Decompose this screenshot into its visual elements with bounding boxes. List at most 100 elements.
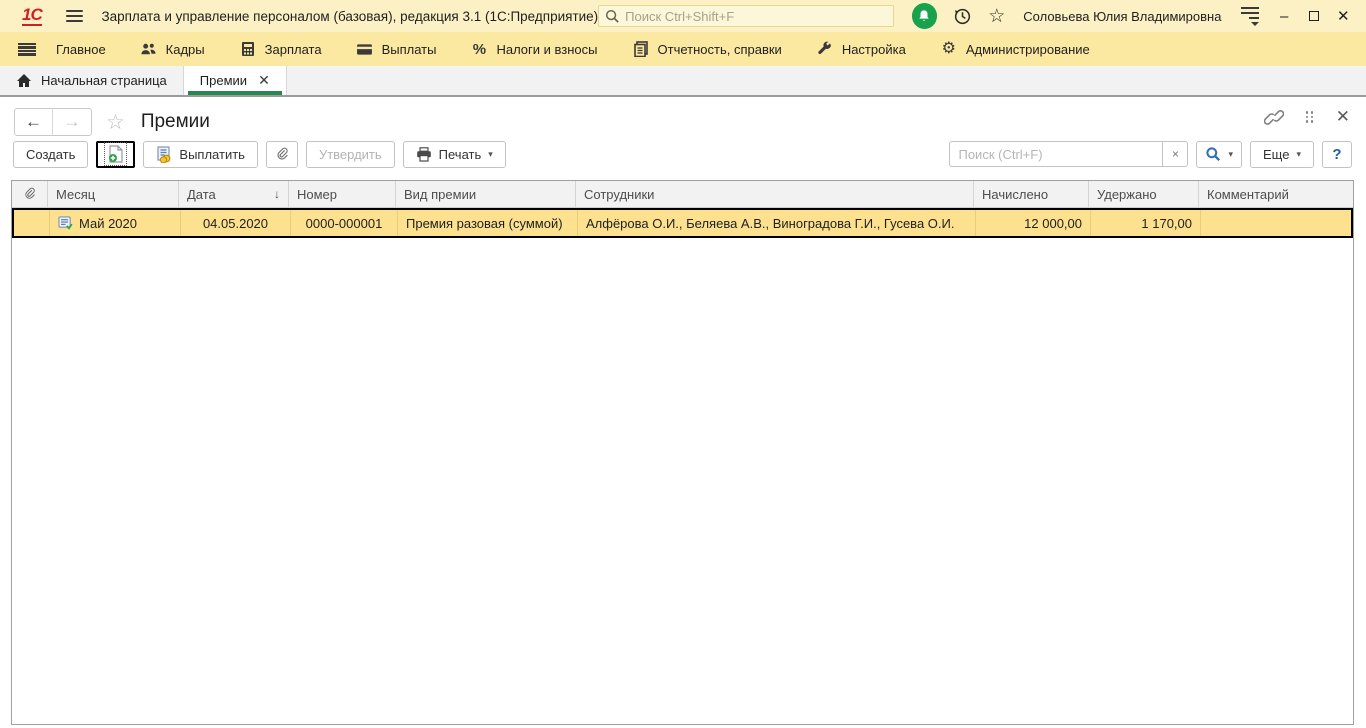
restore-button[interactable] [1299,3,1329,29]
row-employees-cell[interactable]: Алфёрова О.И., Беляева А.В., Виноградова… [578,210,976,236]
close-form-icon[interactable]: ✕ [1336,107,1350,127]
row-number-cell[interactable]: 0000-000001 [291,210,398,236]
approve-button[interactable]: Утвердить [305,140,395,168]
printer-icon [416,146,431,162]
header-withheld[interactable]: Удержано [1089,181,1199,207]
payment-card-icon [356,41,374,57]
tab-home[interactable]: Начальная страница [0,66,184,95]
row-attachment-cell[interactable] [14,210,50,236]
add-to-favorites-star-icon[interactable]: ☆ [106,110,125,135]
dropdown-caret-icon: ▾ [488,148,493,159]
section-label: Зарплата [264,41,322,57]
pay-button[interactable]: Выплатить [143,140,258,168]
print-button-label: Печать [438,146,482,162]
advanced-search-button[interactable]: ▾ [1196,140,1243,168]
report-icon [632,41,650,57]
window-titlebar: 1С Зарплата и управление персоналом (баз… [0,0,1366,32]
more-actions-icon[interactable] [1305,111,1314,123]
header-label: Дата [187,186,216,202]
wrench-icon [816,41,834,57]
functions-menu-icon[interactable] [18,42,36,56]
app-title: Зарплата и управление персоналом (базова… [101,8,599,24]
tab-premii[interactable]: Премии ✕ [183,66,287,95]
service-menu-icon[interactable] [1241,6,1260,26]
premii-list-form: ← → ☆ Премии ✕ Создать Выплатить Утверди… [0,97,1366,728]
section-vyplaty[interactable]: Выплаты [356,41,436,57]
sections-menubar: Главное Кадры Зарплата Выплаты % Налоги … [0,32,1366,66]
dropdown-caret-icon: ▾ [1228,148,1234,159]
row-withheld-cell[interactable]: 1 170,00 [1091,210,1201,236]
table-header-row: Месяц Дата ↓ Номер Вид премии Сотрудники… [12,181,1353,208]
row-month-value: Май 2020 [79,215,137,231]
help-button[interactable]: ? [1322,140,1352,168]
get-link-icon[interactable] [1263,109,1284,125]
create-button[interactable]: Создать [13,140,89,168]
premii-table: Месяц Дата ↓ Номер Вид премии Сотрудники… [11,180,1354,725]
row-bonus-type-cell[interactable]: Премия разовая (суммой) [398,210,578,236]
section-otchetnost[interactable]: Отчетность, справки [632,41,782,57]
forward-button[interactable]: → [53,109,91,135]
section-administrirovanie[interactable]: ⚙ Администрирование [940,41,1090,57]
tab-label: Начальная страница [41,73,167,88]
section-glavnoe[interactable]: Главное [56,42,106,57]
history-button[interactable] [953,7,972,26]
create-by-copy-button[interactable] [96,140,136,168]
tab-close-icon[interactable]: ✕ [258,72,270,89]
open-windows-tabbar: Начальная страница Премии ✕ [0,66,1366,97]
row-accrued-cell[interactable]: 12 000,00 [976,210,1091,236]
list-search-group: × [949,141,1189,167]
favorites-button[interactable]: ☆ [988,5,1005,28]
header-month[interactable]: Месяц [48,181,179,207]
paperclip-icon [25,187,35,199]
section-nastroyka[interactable]: Настройка [816,41,906,57]
notifications-button[interactable] [911,3,938,29]
page-title: Премии [140,111,210,132]
magnifier-icon [1206,147,1221,162]
history-nav-group: ← → [14,108,92,136]
form-header-actions: ✕ [1263,107,1350,127]
header-comment[interactable]: Комментарий [1199,181,1353,207]
1c-logo: 1С [22,5,43,27]
header-attachment-column[interactable] [12,181,48,207]
main-menu-icon[interactable] [65,10,84,22]
global-search-input[interactable] [625,8,887,24]
section-label: Администрирование [965,41,1090,57]
table-row-selected[interactable]: Май 2020 04.05.2020 0000-000001 Премия р… [12,208,1353,238]
posted-document-icon [58,216,73,230]
header-bonus-type[interactable]: Вид премии [396,181,576,207]
section-label: Кадры [165,41,205,57]
back-button[interactable]: ← [15,109,53,135]
attachments-button[interactable] [265,140,298,168]
header-date[interactable]: Дата ↓ [179,181,289,207]
section-label: Главное [56,41,106,57]
global-search-box[interactable] [598,5,894,27]
section-label: Отчетность, справки [657,41,782,57]
clear-search-button[interactable]: × [1162,141,1189,167]
calculator-icon [239,41,257,57]
pay-button-label: Выплатить [179,146,245,162]
section-zarplata[interactable]: Зарплата [239,41,322,57]
section-kadry[interactable]: Кадры [140,41,205,57]
more-button[interactable]: Еще ▾ [1250,140,1314,168]
bell-icon [919,10,930,21]
header-accrued[interactable]: Начислено [974,181,1089,207]
people-icon [140,41,158,57]
row-date-cell[interactable]: 04.05.2020 [181,210,291,236]
list-search-input[interactable] [949,141,1163,167]
document-plus-icon [109,145,124,163]
more-button-label: Еще [1263,146,1290,162]
home-icon [17,74,31,87]
header-employees[interactable]: Сотрудники [576,181,974,207]
section-label: Настройка [841,41,906,57]
section-nalogi[interactable]: % Налоги и взносы [470,40,598,58]
header-number[interactable]: Номер [289,181,396,207]
close-window-button[interactable]: ✕ [1328,3,1358,29]
print-button[interactable]: Печать ▾ [402,140,506,168]
row-month-cell[interactable]: Май 2020 [50,210,181,236]
restore-icon [1308,8,1324,21]
row-comment-cell[interactable] [1201,210,1351,236]
tab-label: Премии [199,73,248,88]
percent-icon: % [472,40,487,58]
current-user[interactable]: Соловьева Юлия Владимировна [1023,9,1221,24]
minimize-button[interactable]: – [1269,3,1299,29]
